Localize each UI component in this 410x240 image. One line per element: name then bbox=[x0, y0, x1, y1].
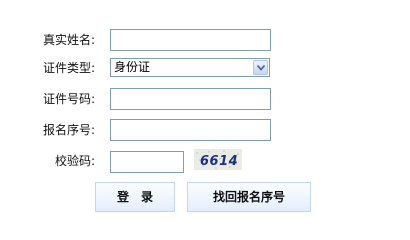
id-type-select[interactable]: 身份证 bbox=[110, 58, 270, 77]
captcha-graphic: 6614 bbox=[194, 149, 242, 170]
id-number-label: 证件号码: bbox=[42, 92, 95, 106]
login-button[interactable]: 登录 bbox=[95, 182, 175, 212]
reg-number-input[interactable] bbox=[110, 119, 271, 141]
real-name-label: 真实姓名: bbox=[42, 33, 95, 47]
id-type-label: 证件类型: bbox=[42, 61, 95, 75]
login-form: 真实姓名: 证件类型: 身份证 证件号码: 报名序号: 校验码: 6614 登录… bbox=[0, 0, 410, 233]
id-type-selected-value: 身份证 bbox=[114, 60, 151, 74]
reg-number-label: 报名序号: bbox=[42, 123, 95, 137]
recover-reg-number-button[interactable]: 找回报名序号 bbox=[187, 182, 311, 212]
chevron-down-icon bbox=[257, 65, 265, 71]
captcha-code-text: 6614 bbox=[200, 154, 238, 169]
id-number-input[interactable] bbox=[110, 88, 271, 110]
real-name-input[interactable] bbox=[110, 29, 271, 51]
captcha-label: 校验码: bbox=[54, 154, 95, 168]
captcha-image[interactable]: 6614 bbox=[194, 149, 242, 170]
captcha-input[interactable] bbox=[110, 151, 184, 173]
dropdown-arrow-button[interactable] bbox=[253, 60, 268, 75]
